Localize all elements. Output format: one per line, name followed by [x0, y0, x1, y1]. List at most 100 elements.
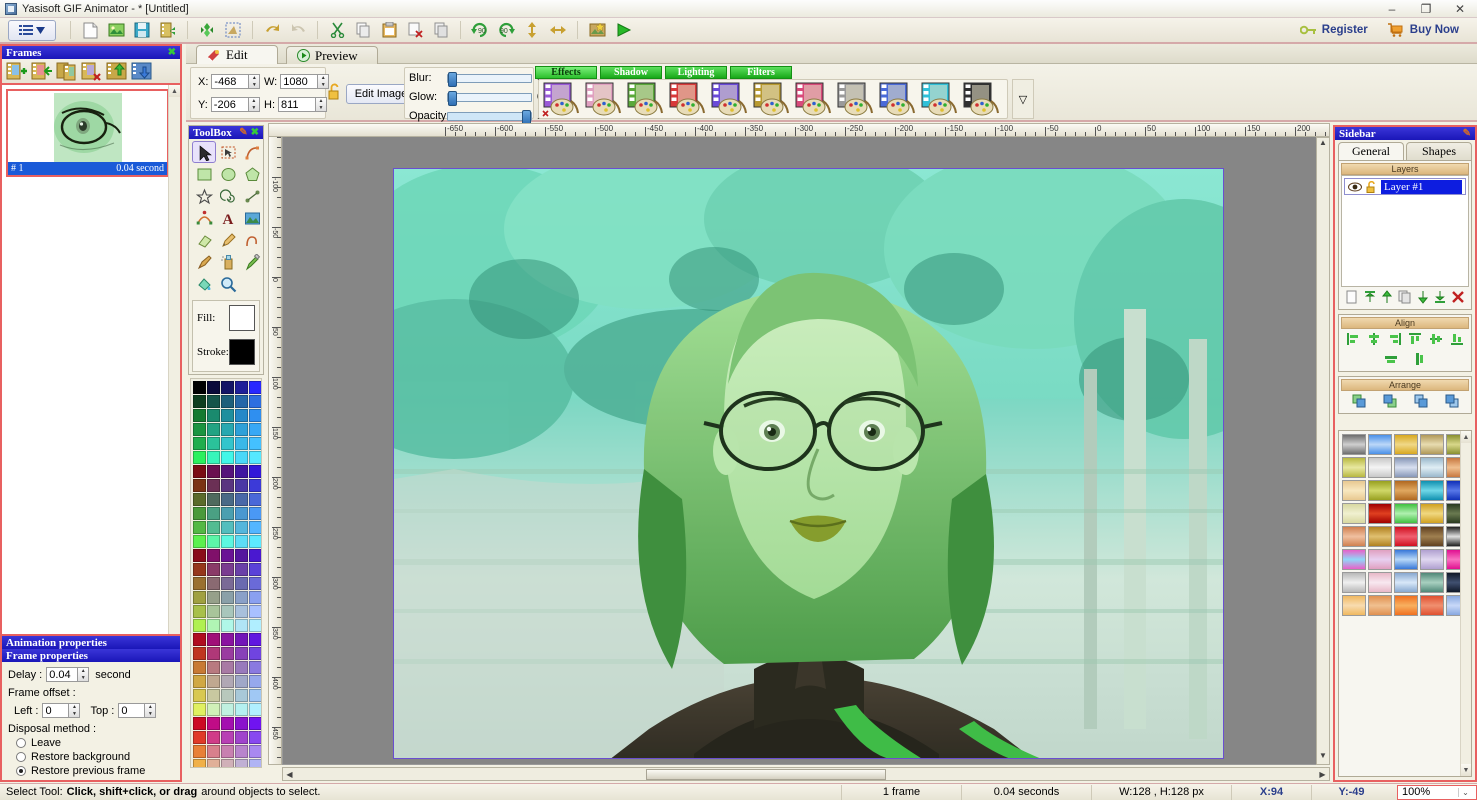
palette-swatch[interactable]	[221, 703, 234, 716]
palette-swatch[interactable]	[207, 745, 220, 758]
canvas-image[interactable]	[393, 168, 1224, 759]
gradient-swatch[interactable]	[1394, 457, 1418, 478]
palette-swatch[interactable]	[193, 381, 206, 394]
palette-swatch[interactable]	[235, 703, 248, 716]
palette-swatch[interactable]	[193, 619, 206, 632]
palette-swatch[interactable]	[193, 633, 206, 646]
palette-swatch[interactable]	[235, 745, 248, 758]
send-backward-button[interactable]	[1414, 394, 1428, 408]
palette-swatch[interactable]	[193, 703, 206, 716]
palette-swatch[interactable]	[207, 423, 220, 436]
flip-horizontal-button[interactable]	[546, 19, 570, 41]
eyedropper-tool[interactable]	[240, 251, 264, 273]
palette-swatch[interactable]	[221, 675, 234, 688]
palette-swatch[interactable]	[249, 535, 261, 548]
layers-list[interactable]: Layer #1	[1341, 175, 1469, 287]
palette-swatch[interactable]	[249, 437, 261, 450]
palette-swatch[interactable]	[193, 423, 206, 436]
palette-swatch[interactable]	[235, 563, 248, 576]
gradient-swatches-panel[interactable]: ▲ ▼	[1338, 430, 1472, 777]
star-tool[interactable]	[192, 185, 216, 207]
palette-swatch[interactable]	[235, 465, 248, 478]
scroll-up-icon[interactable]: ▲	[169, 85, 180, 97]
delete-layer-button[interactable]	[1451, 290, 1465, 304]
gradient-swatch[interactable]	[1420, 457, 1444, 478]
palette-swatch[interactable]	[207, 479, 220, 492]
palette-swatch[interactable]	[235, 661, 248, 674]
effect-thumbnail-9[interactable]	[878, 81, 916, 117]
bring-forward-button[interactable]	[1383, 394, 1397, 408]
palette-swatch[interactable]	[249, 689, 261, 702]
palette-swatch[interactable]	[235, 605, 248, 618]
palette-swatch[interactable]	[221, 647, 234, 660]
scroll-down-icon[interactable]: ▼	[1461, 764, 1471, 776]
pin-icon[interactable]: ✎	[1463, 128, 1471, 139]
buy-now-link[interactable]: Buy Now	[1380, 21, 1467, 39]
palette-swatch[interactable]	[249, 619, 261, 632]
duplicate-layer-button[interactable]	[1398, 290, 1412, 304]
palette-swatch[interactable]	[193, 451, 206, 464]
align-right-button[interactable]	[1388, 332, 1402, 346]
palette-swatch[interactable]	[235, 633, 248, 646]
effect-thumbnail-11[interactable]	[962, 81, 1000, 117]
palette-swatch[interactable]	[193, 591, 206, 604]
palette-swatch[interactable]	[221, 535, 234, 548]
effects-tab-lighting[interactable]: Lighting	[665, 66, 727, 79]
save-button[interactable]	[130, 19, 154, 41]
effect-thumbnail-5[interactable]	[710, 81, 748, 117]
palette-swatch[interactable]	[207, 493, 220, 506]
palette-swatch[interactable]	[221, 465, 234, 478]
gradient-swatch[interactable]	[1420, 549, 1444, 570]
gradient-swatch[interactable]	[1368, 503, 1392, 524]
palette-swatch[interactable]	[249, 395, 261, 408]
palette-swatch[interactable]	[193, 689, 206, 702]
bezier-tool[interactable]	[192, 207, 216, 229]
spray-tool[interactable]	[216, 251, 240, 273]
gradient-swatch[interactable]	[1342, 480, 1366, 501]
align-left-button[interactable]	[1346, 332, 1360, 346]
palette-swatch[interactable]	[249, 633, 261, 646]
palette-swatch[interactable]	[221, 605, 234, 618]
gradient-swatch[interactable]	[1368, 549, 1392, 570]
palette-swatch[interactable]	[235, 451, 248, 464]
bring-to-front-button[interactable]	[1352, 394, 1366, 408]
effect-thumbnail-4[interactable]	[668, 81, 706, 117]
unlock-icon[interactable]	[1366, 180, 1377, 193]
gradient-swatch[interactable]	[1394, 480, 1418, 501]
effect-thumbnail-2[interactable]	[584, 81, 622, 117]
palette-swatch[interactable]	[193, 437, 206, 450]
palette-swatch[interactable]	[207, 549, 220, 562]
palette-swatch[interactable]	[207, 395, 220, 408]
polygon-tool[interactable]	[240, 163, 264, 185]
palette-swatch[interactable]	[193, 717, 206, 730]
zoom-tool[interactable]	[216, 273, 240, 295]
effects-tab-effects[interactable]: Effects	[535, 66, 597, 79]
fill-tool[interactable]	[192, 273, 216, 295]
palette-swatch[interactable]	[221, 409, 234, 422]
palette-swatch[interactable]	[207, 521, 220, 534]
open-image-button[interactable]	[104, 19, 128, 41]
stroke-color-swatch[interactable]	[229, 339, 255, 365]
palette-swatch[interactable]	[235, 437, 248, 450]
palette-swatch[interactable]	[221, 563, 234, 576]
palette-swatch[interactable]	[249, 549, 261, 562]
zoom-combobox[interactable]: 100% ⌄	[1397, 784, 1477, 800]
palette-swatch[interactable]	[249, 563, 261, 576]
palette-swatch[interactable]	[207, 689, 220, 702]
palette-swatch[interactable]	[207, 661, 220, 674]
export-button[interactable]	[156, 19, 180, 41]
new-file-button[interactable]	[78, 19, 102, 41]
gradient-swatch[interactable]	[1342, 457, 1366, 478]
palette-swatch[interactable]	[235, 479, 248, 492]
h-input[interactable]: 811	[278, 97, 316, 112]
palette-swatch[interactable]	[249, 479, 261, 492]
palette-swatch[interactable]	[193, 745, 206, 758]
scroll-left-icon[interactable]: ◀	[283, 770, 296, 779]
gradient-swatch[interactable]	[1420, 595, 1444, 616]
delay-stepper[interactable]: ▲ ▼	[78, 667, 90, 682]
palette-swatch[interactable]	[221, 717, 234, 730]
palette-swatch[interactable]	[221, 507, 234, 520]
canvas-area[interactable]	[282, 137, 1330, 765]
effect-thumbnail-8[interactable]	[836, 81, 874, 117]
palette-swatch[interactable]	[221, 423, 234, 436]
